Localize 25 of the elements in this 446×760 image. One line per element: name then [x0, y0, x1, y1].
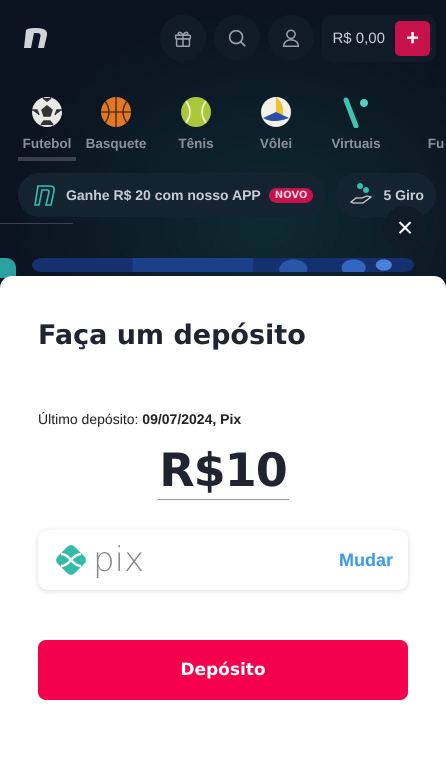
soccer-ball-icon: [31, 96, 63, 128]
close-button[interactable]: ×: [383, 206, 427, 250]
change-link[interactable]: Mudar: [339, 550, 393, 570]
deposit-button[interactable]: Depósito: [38, 640, 408, 700]
sport-tab[interactable]: Basquete: [76, 96, 156, 161]
sheet-title: Faça um depósito: [38, 320, 307, 351]
amount-field[interactable]: R$10: [157, 443, 289, 500]
sport-tab[interactable]: Tênis: [156, 96, 236, 161]
promo-chip[interactable]: Ganhe R$ 20 com nosso APP NOVO: [18, 173, 326, 217]
sport-tab[interactable]: Futebol: [18, 96, 76, 161]
search-icon: [226, 27, 248, 49]
sport-tab[interactable]: Fu: [396, 96, 446, 161]
pix-logo-text: pix: [93, 543, 144, 577]
promo-chip[interactable]: 5 Giro: [335, 173, 436, 217]
basketball-icon: [100, 96, 132, 128]
volleyball-icon: [260, 96, 292, 128]
sport-tab[interactable]: Virtuais: [316, 96, 396, 161]
logo-icon: [22, 26, 50, 50]
app-logo-icon: [32, 182, 58, 208]
last-deposit-text: Último depósito: 09/07/2024, Pix: [38, 411, 242, 427]
new-badge: NOVO: [268, 188, 314, 202]
balance-text: R$ 0,00: [332, 30, 385, 46]
tennis-ball-icon: [180, 96, 212, 128]
add-funds-button[interactable]: +: [395, 20, 430, 56]
sport-tab[interactable]: Vôlei: [236, 96, 316, 161]
